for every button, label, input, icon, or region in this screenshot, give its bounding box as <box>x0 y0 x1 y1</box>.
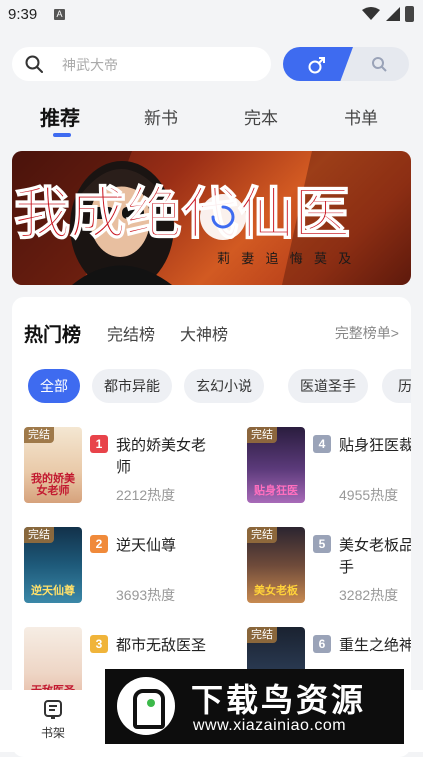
rank-number: 3 <box>90 635 108 653</box>
tab-new-books[interactable]: 新书 <box>144 104 178 129</box>
gender-toggle[interactable] <box>283 47 409 81</box>
watermark-title: 下载鸟资源 <box>191 682 367 718</box>
book-title: 贴身狂医裁 <box>339 437 411 454</box>
rank-number: 1 <box>90 435 108 453</box>
book-heat: 4955热度 <box>339 487 399 503</box>
book-heat: 3693热度 <box>116 587 176 603</box>
tab-hot-rank[interactable]: 热门榜 <box>24 320 81 347</box>
cover-title: 逆天仙尊 <box>31 585 75 597</box>
rank-number: 2 <box>90 535 108 553</box>
watermark-logo <box>117 677 175 735</box>
tab-booklists[interactable]: 书单 <box>344 104 378 129</box>
chip-history[interactable]: 历史 <box>382 369 411 403</box>
rank-number: 4 <box>313 435 331 453</box>
chip-fantasy[interactable]: 玄幻小说 <box>184 369 264 403</box>
bookshelf-icon <box>44 700 62 719</box>
book-title: 美女老板品高手 <box>339 537 411 576</box>
completed-tag: 完结 <box>24 527 54 543</box>
male-button[interactable] <box>283 47 353 81</box>
book-cover: 完结 贴身狂医 <box>247 427 305 503</box>
rank-number: 5 <box>313 535 331 553</box>
watermark: 下载鸟资源 www.xiazainiao.com <box>105 669 404 744</box>
status-bar: 9:39 A <box>0 0 423 30</box>
male-icon <box>308 57 325 74</box>
completed-tag: 完结 <box>247 627 277 643</box>
banner-subline: 莉 妻 追 悔 莫 及 <box>217 251 355 266</box>
book-heat: 2212热度 <box>116 487 176 503</box>
chip-medical[interactable]: 医道圣手 <box>288 369 368 403</box>
category-chips: 全部 都市异能 玄幻小说 医道圣手 历史 <box>28 369 411 403</box>
tab-recommend[interactable]: 推荐 <box>40 102 80 131</box>
banner-headline: 我成绝代仙医 <box>14 184 350 246</box>
promo-banner[interactable]: 我成绝代仙医 莉 妻 追 悔 莫 及 <box>12 151 411 285</box>
notification-icon: A <box>54 9 65 20</box>
cover-title: 贴身狂医 <box>254 485 298 497</box>
tab-completed[interactable]: 完本 <box>244 104 278 129</box>
wifi-icon <box>362 7 380 20</box>
book-cover: 完结 美女老板 <box>247 527 305 603</box>
chip-urban[interactable]: 都市异能 <box>92 369 172 403</box>
book-title: 重生之绝神 <box>339 637 411 654</box>
nav-bookshelf[interactable]: 书架 <box>23 698 83 741</box>
rank-number: 6 <box>313 635 331 653</box>
status-time: 9:39 <box>8 6 38 23</box>
cover-title: 我的娇美女老师 <box>31 473 75 497</box>
tab-completed-rank[interactable]: 完结榜 <box>107 321 155 345</box>
tab-underline <box>53 133 71 137</box>
search-input[interactable] <box>60 54 264 76</box>
book-cover: 完结 我的娇美女老师 <box>24 427 82 503</box>
book-title: 我的娇美女老师 <box>116 437 207 476</box>
loading-spinner <box>200 194 246 240</box>
battery-icon <box>405 6 414 22</box>
spinner-icon <box>211 205 235 229</box>
completed-tag: 完结 <box>247 527 277 543</box>
chip-all[interactable]: 全部 <box>28 369 80 403</box>
cover-title: 美女老板 <box>254 585 298 597</box>
book-cover: 完结 逆天仙尊 <box>24 527 82 603</box>
completed-tag: 完结 <box>24 427 54 443</box>
search-icon <box>25 55 43 73</box>
full-rank-link[interactable]: 完整榜单> <box>335 323 399 343</box>
search-bar[interactable] <box>12 47 271 81</box>
top-tabs: 推荐 新书 完本 书单 <box>0 98 423 142</box>
book-title: 都市无敌医圣 <box>116 637 207 654</box>
nav-bookshelf-label: 书架 <box>40 726 65 740</box>
signal-icon <box>386 7 400 21</box>
completed-tag: 完结 <box>247 427 277 443</box>
female-icon <box>372 57 387 72</box>
book-heat: 3282热度 <box>339 587 399 603</box>
tab-master-rank[interactable]: 大神榜 <box>180 321 228 345</box>
book-title: 逆天仙尊 <box>116 537 177 554</box>
watermark-url: www.xiazainiao.com <box>193 717 347 734</box>
